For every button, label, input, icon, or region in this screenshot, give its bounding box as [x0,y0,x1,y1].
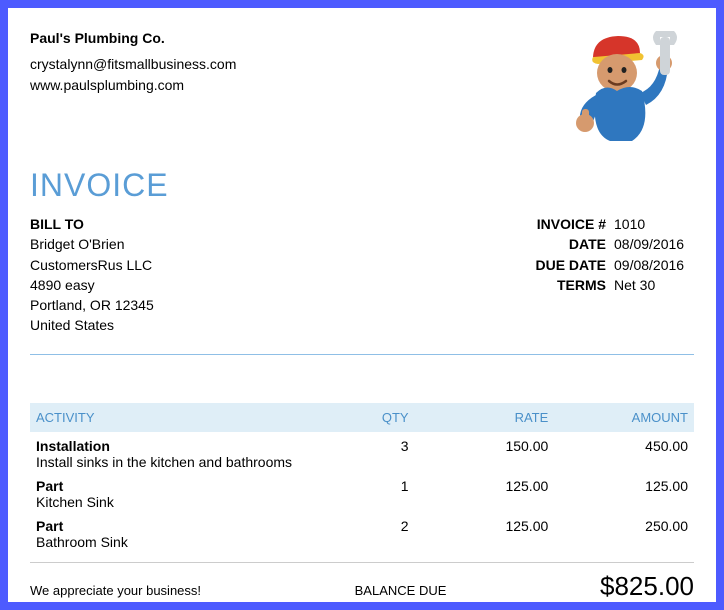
table-header: ACTIVITY QTY RATE AMOUNT [30,403,694,432]
bill-to-label: BILL TO [30,214,154,234]
col-amount: AMOUNT [548,410,688,425]
terms-label: TERMS [516,275,606,295]
thank-you-text: We appreciate your business! [30,583,201,598]
item-activity: PartBathroom Sink [36,518,315,550]
line-item: PartBathroom Sink2125.00250.00 [30,512,694,552]
company-name: Paul's Plumbing Co. [30,28,236,48]
company-email: crystalynn@fitsmallbusiness.com [30,54,236,74]
terms-value: Net 30 [614,275,694,295]
item-activity: InstallationInstall sinks in the kitchen… [36,438,315,470]
line-item: PartKitchen Sink1125.00125.00 [30,472,694,512]
item-activity: PartKitchen Sink [36,478,315,510]
item-qty: 2 [315,518,408,534]
line-item: InstallationInstall sinks in the kitchen… [30,432,694,472]
invoice-number: 1010 [614,214,694,234]
item-qty: 1 [315,478,408,494]
item-amount: 125.00 [548,478,688,494]
divider-top [30,354,694,355]
item-name: Installation [36,438,315,454]
item-rate: 150.00 [409,438,549,454]
date-value: 08/09/2016 [614,234,694,254]
logo-plumber-icon [556,20,694,145]
line-items: InstallationInstall sinks in the kitchen… [30,432,694,552]
due-date-label: DUE DATE [516,255,606,275]
item-amount: 250.00 [548,518,688,534]
col-activity: ACTIVITY [36,410,315,425]
footer: We appreciate your business! BALANCE DUE… [30,571,694,602]
meta-row: BILL TO Bridget O'Brien CustomersRus LLC… [30,214,694,336]
date-label: DATE [516,234,606,254]
col-rate: RATE [409,410,549,425]
invoice-number-label: INVOICE # [516,214,606,234]
divider-bottom [30,562,694,563]
item-desc: Install sinks in the kitchen and bathroo… [36,454,315,470]
invoice-meta: INVOICE # 1010 DATE 08/09/2016 DUE DATE 09/… [516,214,694,336]
due-date-value: 09/08/2016 [614,255,694,275]
company-website: www.paulsplumbing.com [30,75,236,95]
company-block: Paul's Plumbing Co. crystalynn@fitsmallb… [30,28,236,95]
header: Paul's Plumbing Co. crystalynn@fitsmallb… [30,28,694,145]
item-amount: 450.00 [548,438,688,454]
item-desc: Kitchen Sink [36,494,315,510]
bill-to-name: Bridget O'Brien [30,234,154,254]
item-name: Part [36,518,315,534]
bill-to-company: CustomersRus LLC [30,255,154,275]
bill-to-block: BILL TO Bridget O'Brien CustomersRus LLC… [30,214,154,336]
bill-to-country: United States [30,315,154,335]
item-qty: 3 [315,438,408,454]
item-desc: Bathroom Sink [36,534,315,550]
invoice-page: Paul's Plumbing Co. crystalynn@fitsmallb… [8,8,716,602]
bill-to-city: Portland, OR 12345 [30,295,154,315]
col-qty: QTY [315,410,408,425]
item-rate: 125.00 [409,478,549,494]
invoice-title: INVOICE [30,167,694,204]
bill-to-street: 4890 easy [30,275,154,295]
balance-due-value: $825.00 [600,571,694,602]
item-name: Part [36,478,315,494]
item-rate: 125.00 [409,518,549,534]
balance-due-label: BALANCE DUE [355,583,447,598]
